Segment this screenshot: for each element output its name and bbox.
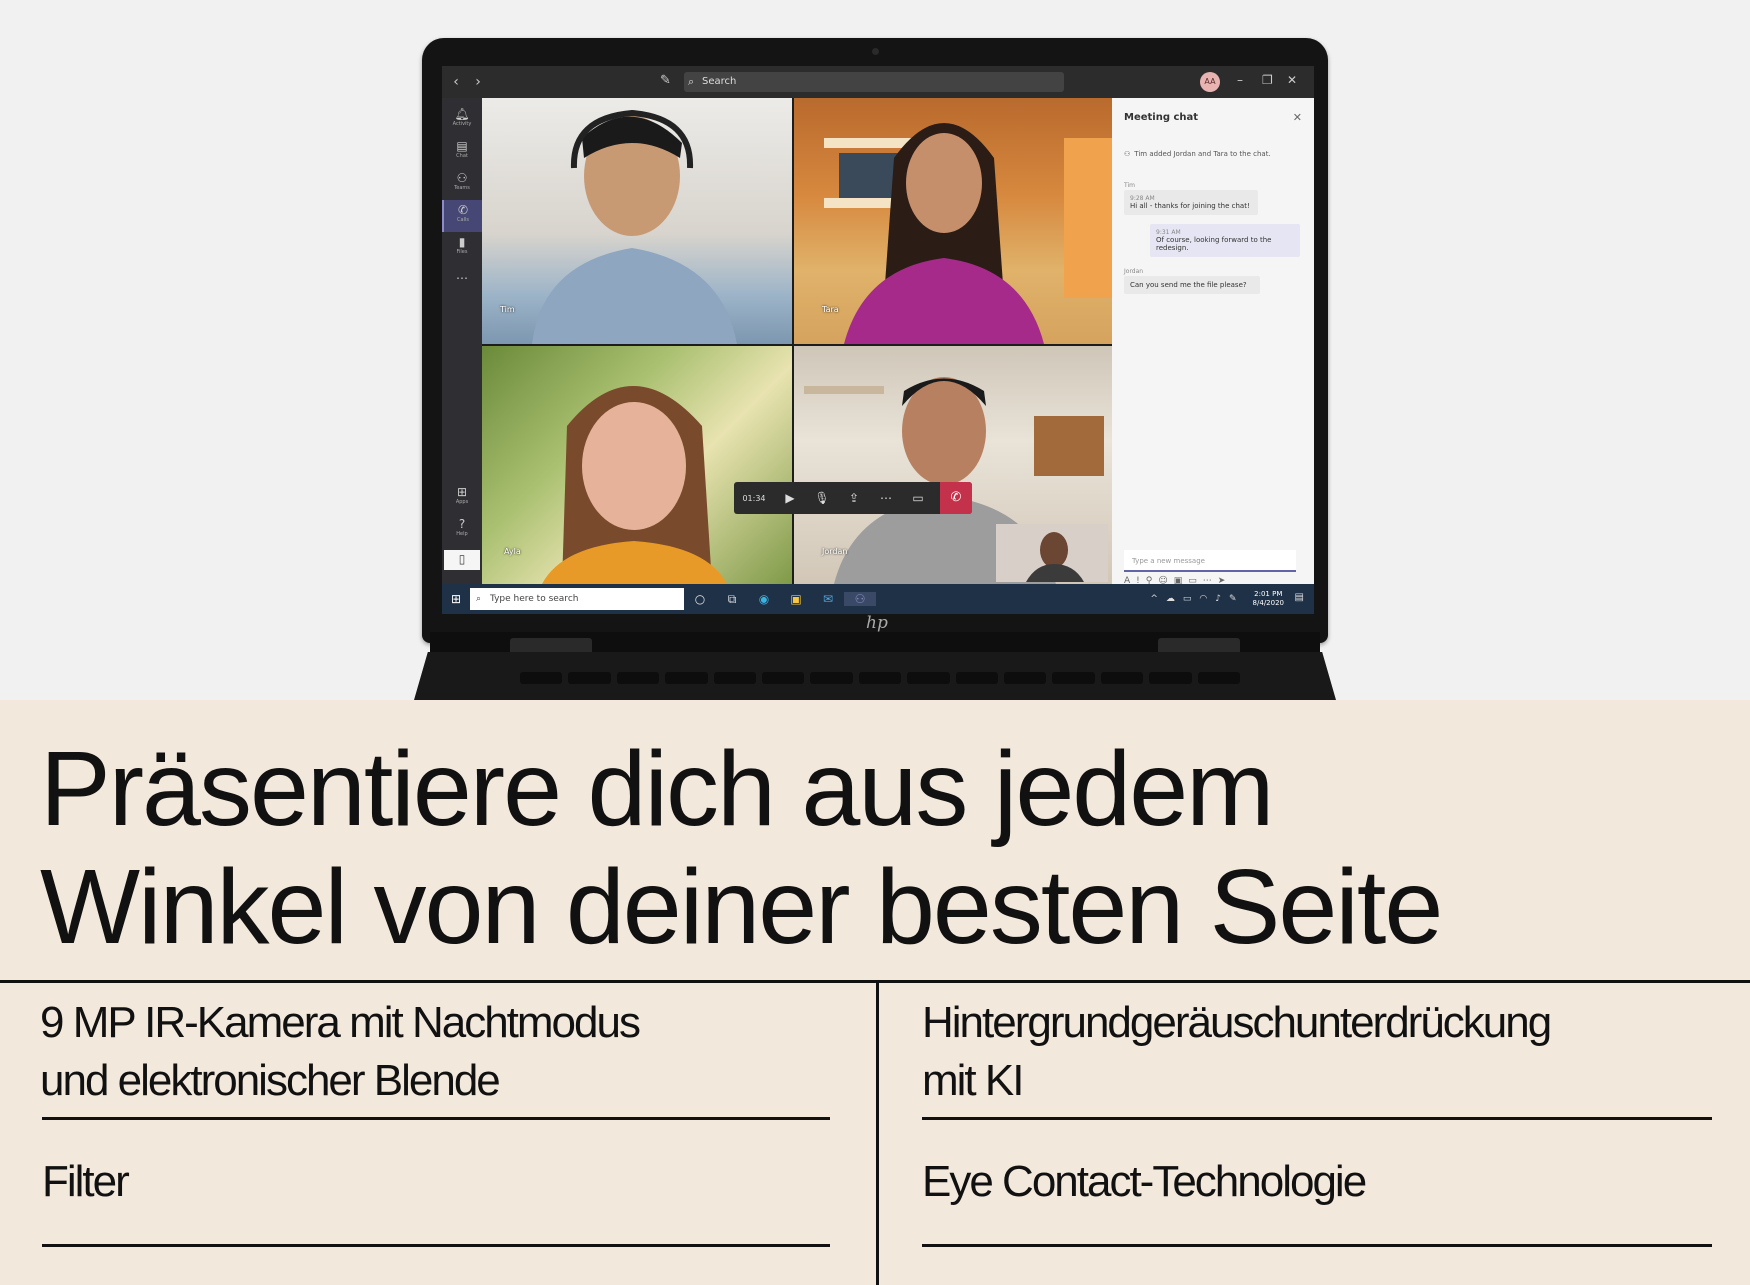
minimize-icon[interactable]: – <box>1237 73 1243 87</box>
edge-icon[interactable]: ◉ <box>748 592 780 606</box>
video-tile-tim[interactable]: Tim <box>482 98 792 344</box>
feature-filter: Filter <box>42 1157 130 1206</box>
chat-message: 9:28 AM Hi all - thanks for joining the c… <box>1124 190 1258 215</box>
keyboard-keys <box>520 672 1241 700</box>
chat-title: Meeting chat <box>1124 112 1199 123</box>
task-view-icon[interactable]: ⧉ <box>716 592 748 607</box>
teams-app-rail: 🔔︎ Activity ▤ Chat ⚇ Teams ✆ Calls ▮ Files ⋯ … <box>442 98 482 614</box>
system-tray: ^ ☁ ▭ ◠ ♪ ✎ 2:01 PM 8/4/2020 <box>1150 584 1284 614</box>
feature-divider <box>922 1117 1712 1120</box>
back-arrow-icon[interactable]: ‹ <box>448 74 464 90</box>
rail-item-chat[interactable]: ▤ Chat <box>442 136 482 168</box>
phone-icon: ✆ <box>457 203 469 217</box>
rail-item-activity[interactable]: 🔔︎ Activity <box>442 104 482 136</box>
rail-item-apps[interactable]: ⊞ Apps <box>442 482 482 514</box>
notification-icon[interactable]: ▤ <box>1295 592 1304 603</box>
help-icon: ? <box>458 517 466 531</box>
bell-icon: 🔔︎ <box>454 107 470 121</box>
participant-name: Tara <box>822 305 839 314</box>
chat-close-icon[interactable]: ✕ <box>1293 111 1302 124</box>
taskbar-clock[interactable]: 2:01 PM 8/4/2020 <box>1253 590 1284 608</box>
user-avatar[interactable]: AA <box>1200 72 1220 92</box>
mail-icon[interactable]: ✉ <box>812 592 844 606</box>
share-screen-icon[interactable]: ⇪ <box>838 491 870 505</box>
feature-camera: 9 MP IR-Kamera mit Nachtmodus und elektr… <box>40 998 641 1105</box>
call-timer: 01:34 <box>742 493 766 503</box>
message-author: Jordan <box>1124 268 1144 275</box>
microphone-icon[interactable]: 🎙︎ <box>806 491 838 505</box>
chat-message-self: 9:31 AM Of course, looking forward to the… <box>1150 224 1300 257</box>
chat-icon: ▤ <box>456 139 468 153</box>
rail-item-calls[interactable]: ✆ Calls <box>442 200 482 232</box>
cloud-icon[interactable]: ☁ <box>1166 594 1175 604</box>
search-icon: ⌕ <box>476 594 482 604</box>
feature-divider <box>922 1244 1712 1247</box>
laptop-screen: ‹ › ✎ ⌕ Search AA – ❐ ✕ 🔔︎ Activity ▤ Chat… <box>442 66 1314 614</box>
taskbar-search-input[interactable]: ⌕ Type here to search <box>470 588 684 610</box>
search-placeholder: Search <box>702 76 737 87</box>
teams-taskbar-icon[interactable]: ⚇ <box>844 592 876 606</box>
file-icon: ▮ <box>458 235 466 249</box>
compose-icon[interactable]: ✎ <box>660 73 671 88</box>
message-author: Tim <box>1124 182 1135 189</box>
headline: Präsentiere dich aus jedem Winkel von de… <box>40 730 1443 966</box>
self-view-tile[interactable] <box>996 524 1108 582</box>
volume-icon[interactable]: ♪ <box>1215 594 1221 604</box>
feature-noise-cancel: Hintergrundgeräuschunterdrückung mit KI <box>922 998 1552 1105</box>
feature-eye-contact: Eye Contact-Technologie <box>922 1157 1367 1206</box>
participant-name: Jordan <box>822 547 848 556</box>
participant-name: Ayla <box>504 547 521 556</box>
chevron-up-icon[interactable]: ^ <box>1150 594 1158 604</box>
webcam <box>872 48 879 55</box>
hp-logo: hp <box>866 613 888 633</box>
windows-taskbar: ⊞ ⌕ Type here to search ○ ⧉ ◉ ▣ ✉ ⚇ ^ ☁ … <box>442 584 1314 614</box>
person-silhouette <box>532 109 737 344</box>
call-controls: 01:34 ▶ 🎙︎ ⇪ ⋯ ▭ ⚇ ✆ <box>734 482 972 514</box>
person-silhouette <box>542 386 727 584</box>
maximize-icon[interactable]: ❐ <box>1262 73 1273 87</box>
system-message: ⚇ Tim added Jordan and Tara to the chat. <box>1124 150 1271 158</box>
chat-message: Can you send me the file please? <box>1124 276 1260 294</box>
video-tile-jordan[interactable]: Jordan <box>794 346 1112 584</box>
participant-name: Tim <box>500 305 515 314</box>
windows-start-icon[interactable]: ⊞ <box>442 592 470 606</box>
hang-up-button[interactable]: ✆ <box>940 482 972 514</box>
more-apps-icon[interactable]: ⋯ <box>442 268 482 300</box>
feature-divider <box>42 1244 830 1247</box>
video-tile-ayla[interactable]: Ayla <box>482 346 792 584</box>
teams-search-input[interactable]: ⌕ Search <box>684 72 1064 92</box>
divider-horizontal <box>0 980 1750 983</box>
device-icon[interactable]: ▯ <box>444 550 480 570</box>
person-silhouette <box>824 123 1112 344</box>
store-icon[interactable]: ▣ <box>780 592 812 606</box>
battery-icon[interactable]: ▭ <box>1183 594 1192 604</box>
forward-arrow-icon[interactable]: › <box>470 74 486 90</box>
rail-item-help[interactable]: ? Help <box>442 514 482 546</box>
rail-item-files[interactable]: ▮ Files <box>442 232 482 264</box>
chat-toggle-icon[interactable]: ▭ <box>902 491 934 505</box>
wifi-icon[interactable]: ◠ <box>1199 594 1207 604</box>
apps-icon: ⊞ <box>456 485 468 499</box>
search-icon: ⌕ <box>688 75 695 88</box>
pen-icon[interactable]: ✎ <box>1229 594 1237 604</box>
video-tile-tara[interactable]: Tara <box>794 98 1112 344</box>
rail-item-teams[interactable]: ⚇ Teams <box>442 168 482 200</box>
teams-icon: ⚇ <box>456 171 468 185</box>
close-icon[interactable]: ✕ <box>1287 73 1297 87</box>
divider-vertical <box>876 982 879 1285</box>
product-banner: hp ‹ › ✎ ⌕ Search AA – ❐ ✕ 🔔︎ Activity ▤ C… <box>0 0 1750 1285</box>
more-options-icon[interactable]: ⋯ <box>870 491 902 505</box>
message-input[interactable]: Type a new message <box>1124 550 1296 572</box>
meeting-chat-panel: Meeting chat ✕ ⚇ Tim added Jordan and Tar… <box>1112 98 1314 586</box>
cortana-icon[interactable]: ○ <box>684 592 716 606</box>
people-icon: ⚇ <box>1124 150 1131 158</box>
feature-divider <box>42 1117 830 1120</box>
camera-icon[interactable]: ▶ <box>774 491 806 505</box>
